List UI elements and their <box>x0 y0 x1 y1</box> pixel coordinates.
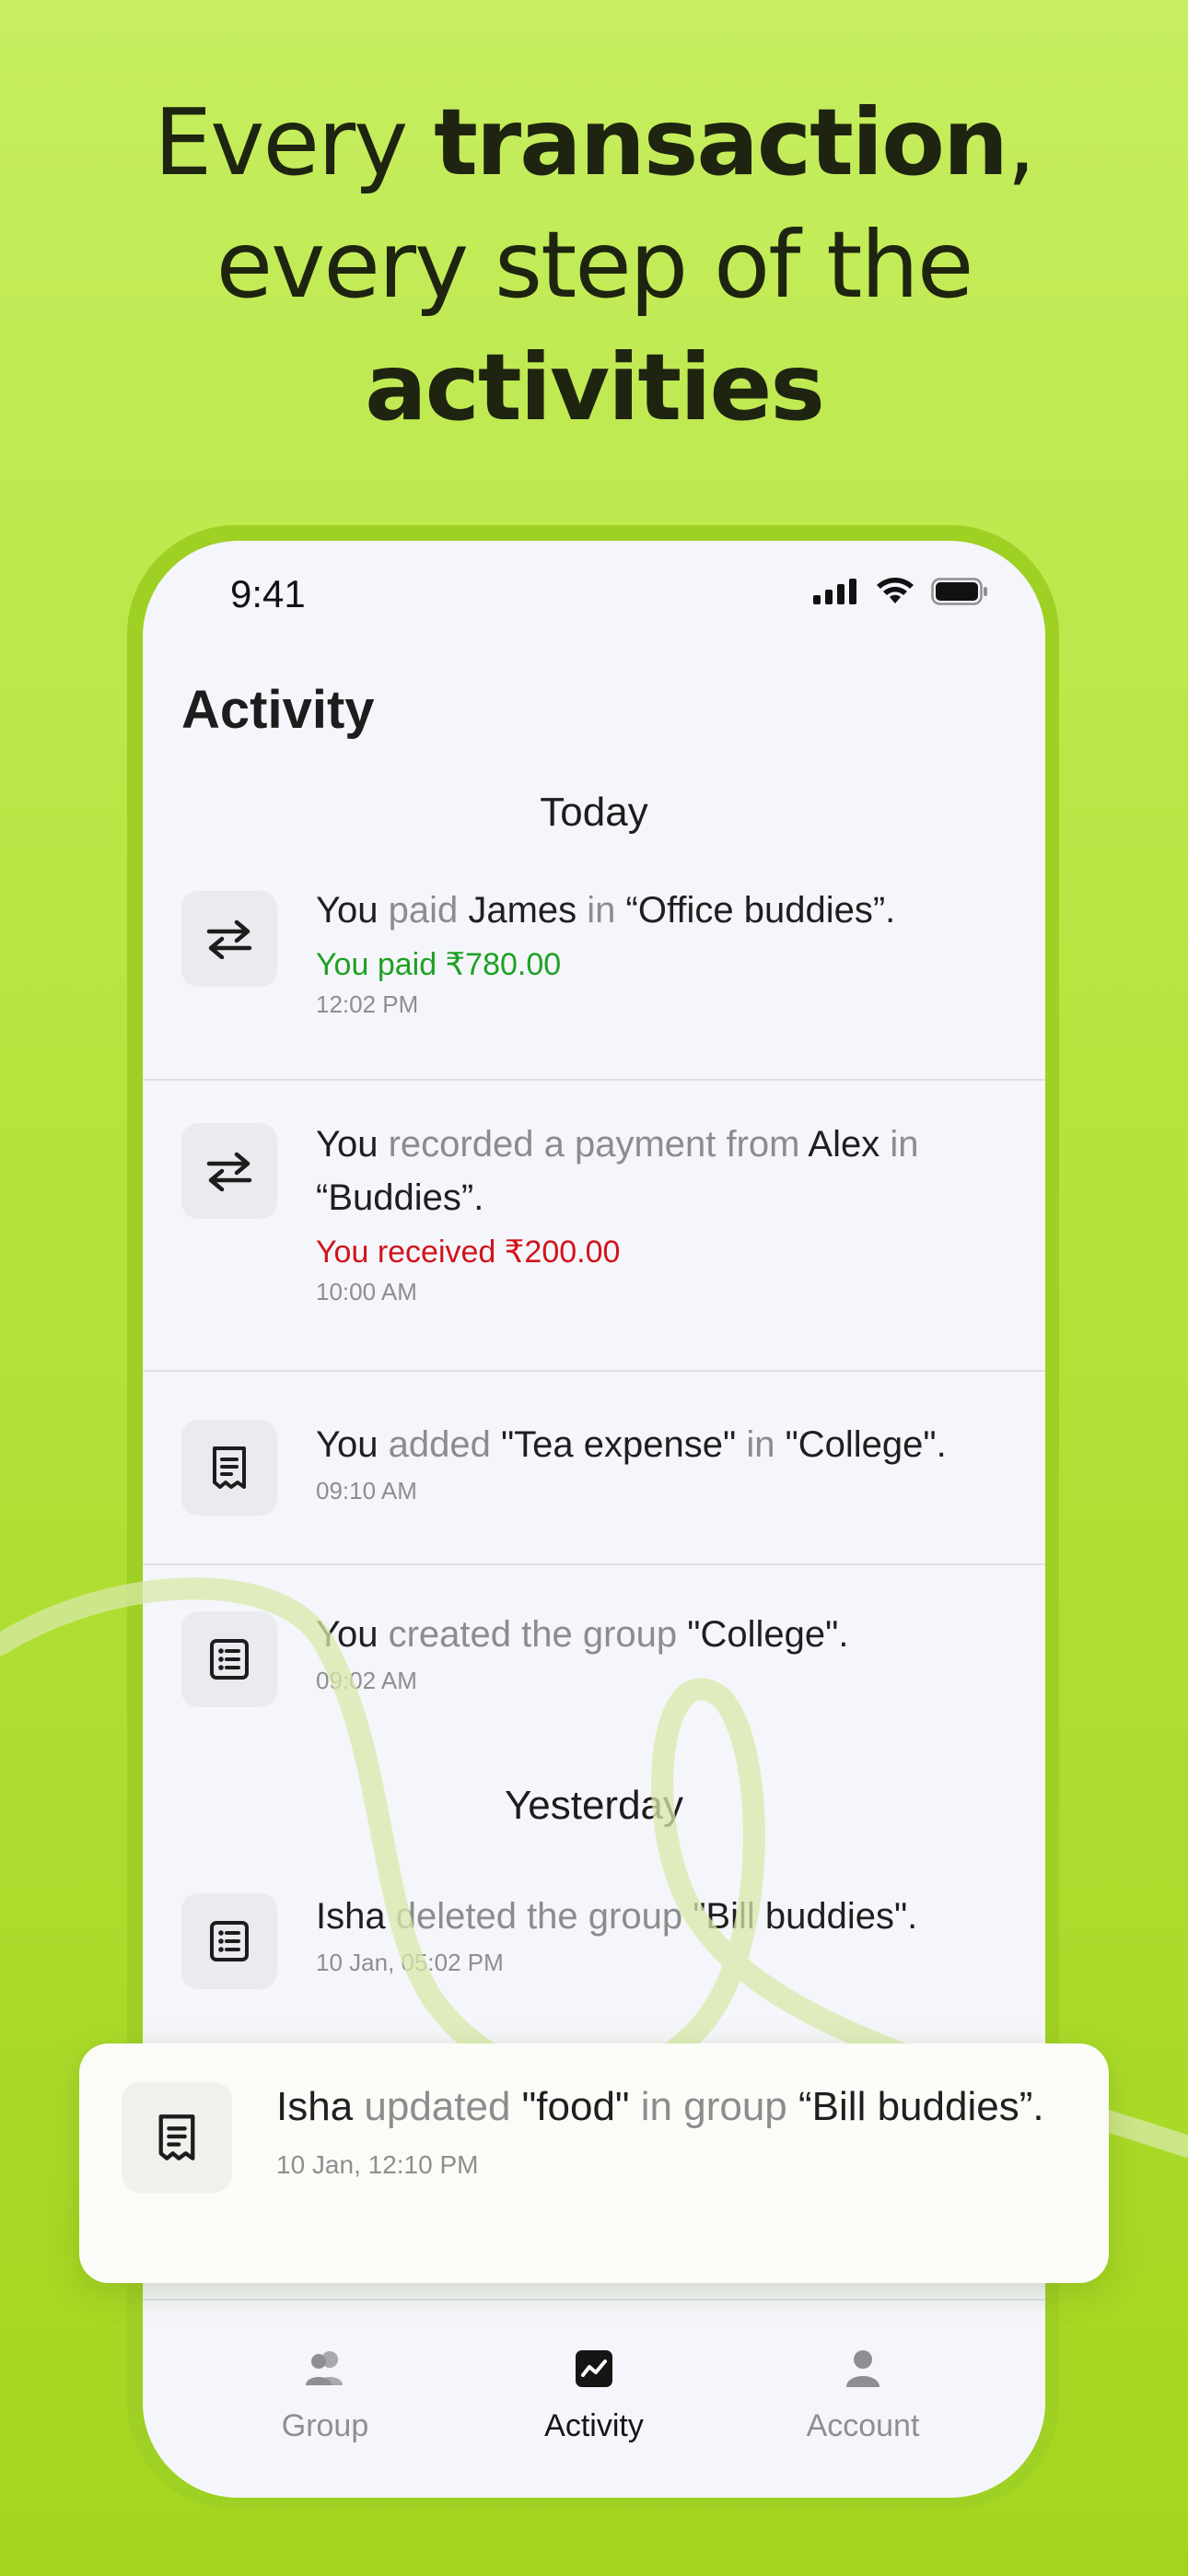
connector: in <box>879 1124 919 1165</box>
transfer-arrows-icon <box>181 1123 277 1219</box>
group-name: “Office buddies”. <box>625 890 896 931</box>
bottom-nav: Group Activity Account <box>143 2299 1045 2498</box>
activity-row[interactable]: You paid James in “Office buddies”. You … <box>143 872 1045 1081</box>
activity-row[interactable]: You created the group "College". 09:02 A… <box>143 1565 1045 1750</box>
status-icons <box>813 578 988 605</box>
target: "Tea expense" <box>500 1424 737 1465</box>
connector: in <box>577 890 626 931</box>
headline-line1-bold: transaction <box>434 88 1008 196</box>
timestamp: 10 Jan, 05:02 PM <box>316 1949 504 1976</box>
nav-activity-label: Activity <box>544 2408 644 2443</box>
highlight-activity-card[interactable]: Isha updated "food" in group “Bill buddi… <box>79 2043 1109 2283</box>
activity-row[interactable]: You added "Tea expense" in "College". 09… <box>143 1372 1045 1565</box>
transfer-arrows-icon <box>181 891 277 987</box>
amount-label: You paid ₹780.00 <box>316 947 562 982</box>
activity-text: You paid James in “Office buddies”. You … <box>316 884 1016 1019</box>
battery-icon <box>931 578 987 605</box>
nav-activity[interactable]: Activity <box>483 2348 705 2444</box>
activity-row[interactable]: Isha deleted the group "Bill buddies". 1… <box>143 1849 1045 2061</box>
group-name: "College". <box>687 1614 849 1655</box>
signal-icon <box>813 579 856 604</box>
nav-group[interactable]: Group <box>215 2348 436 2444</box>
marketing-headline: Every transaction, every step of the act… <box>0 81 1188 449</box>
nav-group-label: Group <box>281 2408 369 2443</box>
headline-line1-light: Every <box>154 88 435 196</box>
receipt-icon <box>181 1420 277 1516</box>
account-icon <box>846 2350 879 2387</box>
activity-description: Isha deleted the group "Bill buddies". <box>316 1890 1016 1943</box>
activity-text: You added "Tea expense" in "College". 09… <box>316 1418 1016 1505</box>
actor: You <box>316 1614 379 1655</box>
activity-description: You paid James in “Office buddies”. <box>316 884 1016 937</box>
activity-text: Isha deleted the group "Bill buddies". 1… <box>316 1890 1016 1977</box>
actor: You <box>316 890 379 931</box>
actor: Isha <box>276 2084 354 2129</box>
status-bar: 9:41 <box>143 541 1045 651</box>
list-icon <box>181 1611 277 1707</box>
target: James <box>468 890 577 931</box>
timestamp: 09:02 AM <box>316 1667 417 1694</box>
activity-text: You recorded a payment from Alex in “Bud… <box>316 1118 1016 1306</box>
timestamp: 10 Jan, 12:10 PM <box>276 2150 479 2179</box>
list-icon <box>181 1893 277 1989</box>
connector: in group <box>629 2084 799 2129</box>
activity-description: You created the group "College". <box>316 1608 1016 1661</box>
action: updated <box>353 2084 522 2129</box>
action: deleted the group <box>385 1896 693 1937</box>
group-name: "Bill buddies". <box>693 1896 918 1937</box>
group-name: “Bill buddies”. <box>798 2084 1044 2129</box>
nav-account-label: Account <box>806 2408 920 2443</box>
target: Alex <box>808 1124 880 1165</box>
action: recorded a payment from <box>378 1124 809 1165</box>
actor: Isha <box>316 1896 386 1937</box>
action: paid <box>378 890 469 931</box>
headline-line3: activities <box>365 334 825 441</box>
activity-text: You created the group "College". 09:02 A… <box>316 1608 1016 1695</box>
wifi-icon <box>877 578 914 603</box>
actor: You <box>316 1424 379 1465</box>
status-time: 9:41 <box>230 572 306 615</box>
nav-account[interactable]: Account <box>752 2348 973 2444</box>
actor: You <box>316 1124 379 1165</box>
receipt-icon <box>122 2082 232 2193</box>
action: added <box>378 1424 501 1465</box>
timestamp: 09:10 AM <box>316 1477 417 1505</box>
group-name: "College". <box>785 1424 947 1465</box>
action: created the group <box>378 1614 688 1655</box>
timestamp: 10:00 AM <box>316 1278 417 1306</box>
amount-label: You received ₹200.00 <box>316 1235 621 1270</box>
headline-line1-end: , <box>1007 88 1036 196</box>
activity-row[interactable]: You recorded a payment from Alex in “Bud… <box>143 1081 1045 1372</box>
connector: in <box>736 1424 786 1465</box>
highlight-text: Isha updated "food" in group “Bill buddi… <box>276 2077 1068 2180</box>
timestamp: 12:02 PM <box>316 990 419 1018</box>
section-today: Today <box>540 790 648 835</box>
activity-description: You recorded a payment from Alex in “Bud… <box>316 1118 1016 1224</box>
group-name: “Buddies”. <box>316 1177 484 1218</box>
activity-description: You added "Tea expense" in "College". <box>316 1418 1016 1471</box>
page-title: Activity <box>181 680 375 740</box>
target: "food" <box>521 2084 630 2129</box>
highlight-description: Isha updated "food" in group “Bill buddi… <box>276 2077 1068 2137</box>
section-yesterday: Yesterday <box>504 1783 684 1828</box>
group-icon <box>306 2351 343 2385</box>
activity-chart-icon <box>576 2350 612 2387</box>
headline-line2: every step of the <box>215 211 974 319</box>
